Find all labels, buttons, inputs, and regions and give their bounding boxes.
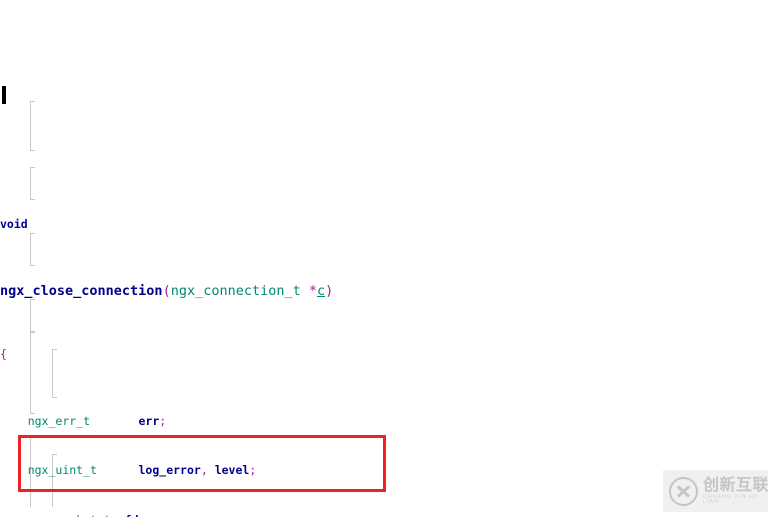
- code-line: ngx_err_t err;: [27, 413, 167, 428]
- fold-guide: [30, 233, 35, 266]
- code-line: {: [0, 347, 7, 362]
- fold-guide: [30, 299, 35, 332]
- code-line: ngx_socket_t fd;: [0, 512, 768, 517]
- watermark-text: 创新互联 CHUANG XIN HU LIAN: [703, 474, 768, 505]
- circle-x-icon: [669, 476, 698, 506]
- code-editor-screenshot: void ngx_close_connection(ngx_connection…: [0, 0, 768, 517]
- code-line: ngx_uint_t log_error, level;: [27, 463, 257, 478]
- code-line-signature: ngx_close_connection(ngx_connection_t *c…: [0, 283, 334, 300]
- fold-guide: [30, 332, 35, 414]
- watermark-pinyin: CHUANG XIN HU LIAN: [703, 493, 759, 505]
- code-line: void: [0, 217, 28, 232]
- text-caret: [2, 86, 6, 104]
- function-name: ngx_close_connection: [0, 283, 163, 300]
- watermark: 创新互联 CHUANG XIN HU LIAN: [663, 470, 768, 512]
- fold-guide: [30, 101, 35, 151]
- fold-guide: [30, 167, 35, 200]
- code-viewport[interactable]: void ngx_close_connection(ngx_connection…: [0, 0, 768, 517]
- watermark-chinese: 创新互联: [703, 474, 768, 494]
